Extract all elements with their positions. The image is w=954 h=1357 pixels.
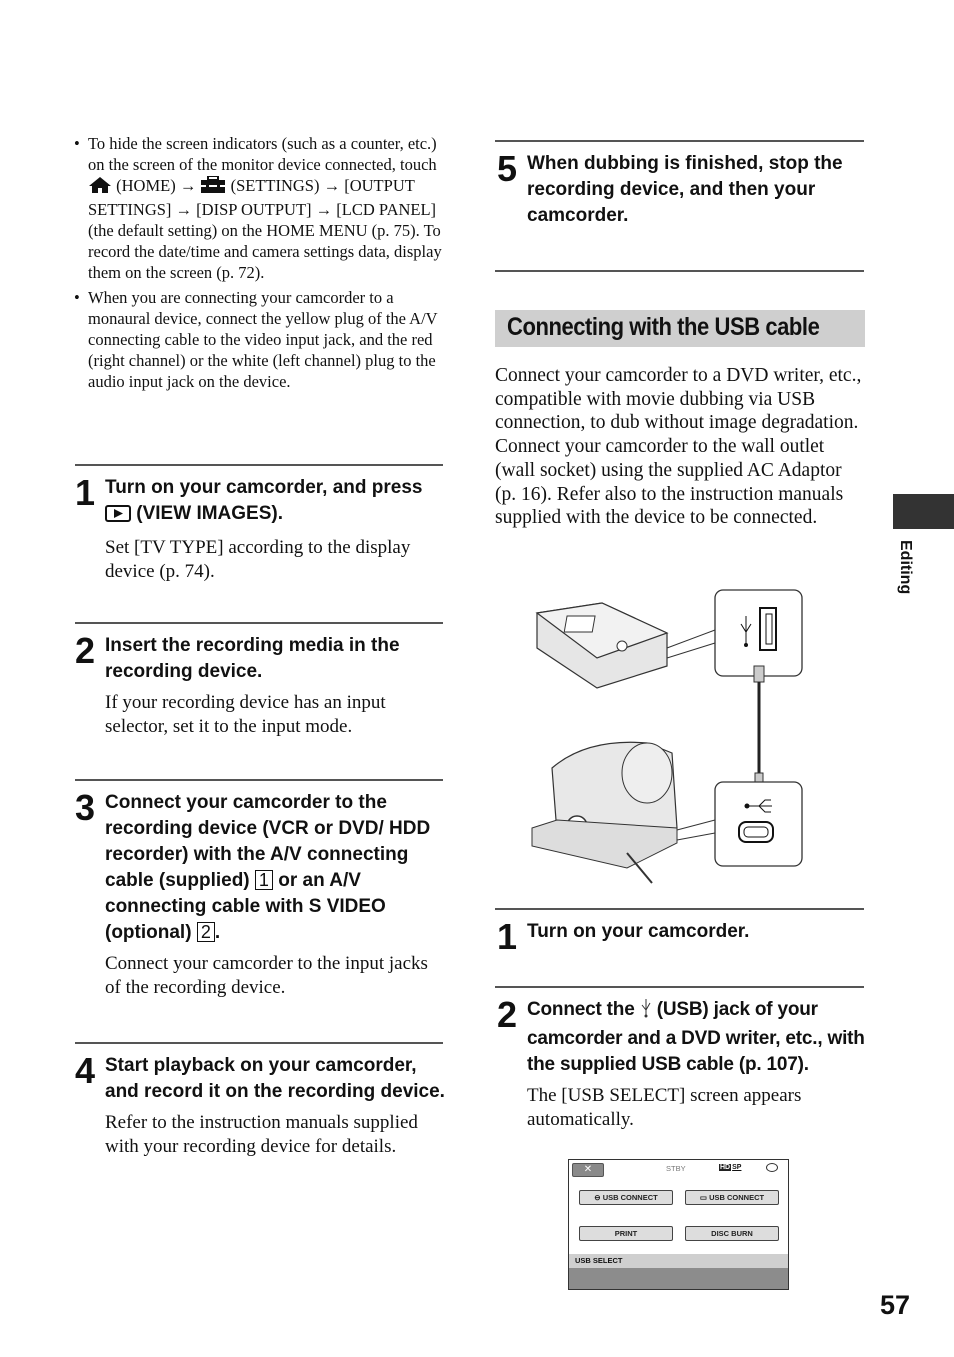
right-step-2: 2 Connect the (USB) jack of your camcord… — [497, 997, 869, 1132]
settings-label: (SETTINGS) — [230, 176, 320, 195]
left-step-4: 4 Start playback on your camcorder, and … — [75, 1053, 445, 1159]
left-step-2: 2 Insert the recording media in the reco… — [75, 633, 445, 739]
divider — [75, 779, 443, 781]
usb-connect-card-button[interactable]: ▭ USB CONNECT — [685, 1190, 779, 1205]
arrow-icon: → — [323, 176, 341, 195]
intro-paragraph: Connect your camcorder to the wall outle… — [495, 436, 844, 529]
bullet-dot: • — [74, 288, 80, 307]
step-number: 1 — [497, 916, 518, 957]
step-body: The [USB SELECT] screen appears automati… — [527, 1085, 802, 1130]
divider — [495, 908, 864, 910]
step-title-text: Connect the — [527, 999, 635, 1020]
section-title: Connecting with the USB cable — [507, 313, 820, 341]
step-number: 5 — [497, 148, 518, 189]
status-indicator: STBY — [666, 1164, 686, 1173]
note-item: • When you are connecting your camcorder… — [72, 287, 444, 392]
usb-cable — [753, 665, 765, 788]
close-button[interactable]: ✕ — [572, 1163, 604, 1177]
note-item: • To hide the screen indicators (such as… — [72, 133, 444, 283]
step-number: 2 — [75, 630, 96, 671]
screen-bottom-bar — [569, 1268, 788, 1289]
right-step-5: 5 When dubbing is finished, stop the rec… — [497, 151, 867, 229]
home-label: (HOME) — [116, 176, 176, 195]
usb-connection-illustration — [527, 588, 807, 886]
section-header: Connecting with the USB cable — [495, 310, 865, 347]
quality-indicator: HD SP — [719, 1164, 741, 1171]
memory-card-icon: ▭ — [699, 1193, 707, 1202]
step-title: Turn on your camcorder. — [527, 921, 750, 942]
settings-toolbox-icon — [200, 175, 226, 199]
figure-ref-1: 1 — [254, 870, 273, 890]
step-title: Insert the recording media in the record… — [105, 635, 400, 682]
button-label: PRINT — [614, 1229, 638, 1238]
left-step-3: 3 Connect your camcorder to the recordin… — [75, 790, 445, 1000]
chapter-tab — [893, 494, 954, 529]
left-step-1: 1 Turn on your camcorder, and press (VIE… — [75, 475, 445, 584]
divider — [495, 986, 864, 988]
notes-list: • To hide the screen indicators (such as… — [72, 133, 444, 396]
step-body: Set [TV TYPE] according to the display d… — [105, 537, 411, 582]
dvd-writer-illustration — [535, 602, 716, 689]
screen-title-bar: USB SELECT — [569, 1254, 788, 1268]
divider — [75, 622, 443, 624]
arrow-icon: → — [175, 200, 193, 219]
step-title: When dubbing is finished, stop the recor… — [527, 153, 843, 226]
arrow-icon: → — [179, 176, 197, 195]
step-title: Connect your camcorder to the recording … — [105, 790, 445, 946]
step-title-text: . — [214, 922, 221, 943]
sp-badge: SP — [732, 1164, 742, 1171]
step-number: 3 — [75, 787, 96, 828]
divider — [75, 1042, 443, 1044]
view-images-icon — [105, 504, 131, 530]
home-icon — [88, 176, 112, 199]
button-label: DISC BURN — [711, 1229, 753, 1238]
arrow-icon: → — [315, 200, 333, 219]
usb-select-screen: ✕ STBY HD SP ⊖ USB CONNECT ▭ USB CONNECT … — [568, 1159, 789, 1290]
button-label: USB CONNECT — [709, 1193, 765, 1202]
step-number: 1 — [75, 472, 96, 513]
figure-ref-2: 2 — [196, 922, 215, 942]
disc-icon: ⊖ — [594, 1193, 601, 1202]
step-body: Refer to the instruction manuals supplie… — [105, 1112, 418, 1157]
usb-connect-disc-button[interactable]: ⊖ USB CONNECT — [579, 1190, 673, 1205]
note-text: To hide the screen indicators (such as a… — [88, 134, 437, 174]
print-button[interactable]: PRINT — [579, 1226, 673, 1241]
disc-icon — [766, 1163, 778, 1172]
usb-icon — [640, 998, 652, 1026]
intro-text: Connect your camcorder to a DVD writer, … — [495, 364, 867, 530]
page-number: 57 — [880, 1290, 911, 1320]
step-title: Start playback on your camcorder, and re… — [105, 1055, 445, 1102]
hd-badge: HD — [719, 1164, 732, 1171]
bullet-dot: • — [74, 134, 80, 153]
usb-host-port-callout — [714, 589, 803, 677]
button-label: USB CONNECT — [602, 1193, 658, 1202]
right-step-1: 1 Turn on your camcorder. — [497, 919, 867, 955]
menu-disp-output: [DISP OUTPUT] — [196, 200, 312, 219]
divider — [495, 270, 864, 272]
divider — [495, 140, 864, 142]
chapter-label: Editing — [897, 540, 914, 595]
step-title-text: Turn on your camcorder, and press — [105, 477, 423, 498]
disc-burn-button[interactable]: DISC BURN — [685, 1226, 779, 1241]
step-number: 4 — [75, 1050, 96, 1091]
usb-device-port-callout — [714, 781, 803, 867]
step-number: 2 — [497, 994, 518, 1035]
camcorder-illustration — [531, 741, 716, 884]
step-title-text: (VIEW IMAGES). — [136, 503, 284, 524]
step-title: Connect the (USB) jack of your camcorder… — [527, 997, 869, 1078]
step-title: Turn on your camcorder, and press (VIEW … — [105, 475, 445, 530]
note-text: When you are connecting your camcorder t… — [88, 288, 438, 391]
divider — [75, 464, 443, 466]
step-body: If your recording device has an input se… — [105, 692, 386, 737]
intro-paragraph: Connect your camcorder to a DVD writer, … — [495, 365, 862, 434]
step-body: Connect your camcorder to the input jack… — [105, 953, 428, 998]
